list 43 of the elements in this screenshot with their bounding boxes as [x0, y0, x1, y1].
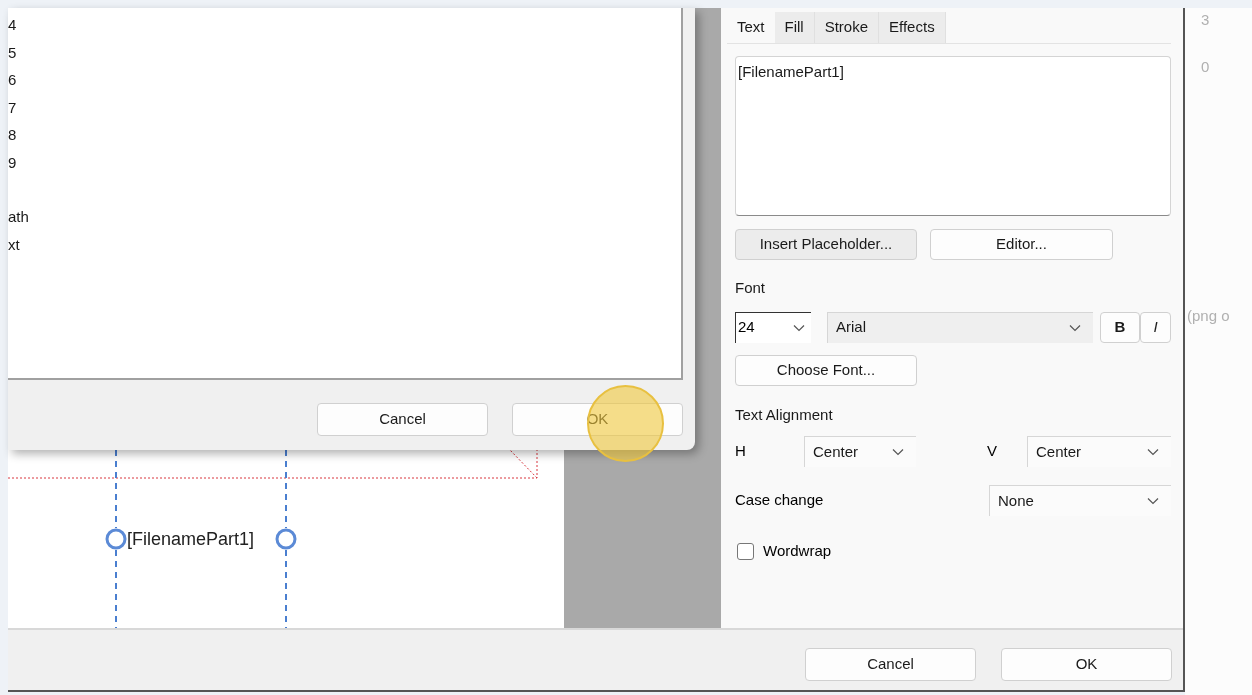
list-item[interactable]: 5 [8, 38, 17, 66]
case-change-label: Case change [735, 490, 824, 511]
list-item[interactable]: ath [8, 203, 29, 231]
list-item[interactable]: 8 [8, 121, 17, 149]
field-label: (png o [1187, 306, 1231, 326]
vertical-label: V [987, 441, 998, 462]
field-value: 3 [1201, 10, 1211, 30]
vertical-align-select[interactable]: Center [1027, 436, 1171, 467]
choose-font-button[interactable]: Choose Font... [735, 354, 917, 386]
cancel-button[interactable]: Cancel [317, 403, 488, 436]
text-alignment-label: Text Alignment [735, 404, 834, 425]
font-family-select[interactable]: Arial [827, 311, 1093, 343]
chevron-down-icon [1147, 497, 1159, 505]
tab[interactable]: Fill [774, 12, 815, 43]
insert-placeholder-button[interactable]: Insert Placeholder... [735, 229, 917, 260]
editor-button[interactable]: Editor... [930, 229, 1113, 260]
list-item[interactable]: 9 [8, 148, 17, 176]
tab[interactable]: Stroke [814, 12, 880, 43]
chevron-down-icon [892, 448, 904, 456]
wordwrap-label: Wordwrap [763, 541, 832, 561]
wordwrap-checkbox[interactable] [737, 542, 754, 560]
canvas-text[interactable]: [FilenamePart1] [127, 528, 255, 550]
list-item[interactable]: xt [8, 230, 20, 258]
font-size-select[interactable]: 24 [735, 311, 811, 343]
resize-handle[interactable] [275, 528, 297, 550]
font-label: Font [735, 278, 766, 298]
list-item[interactable]: 7 [8, 93, 17, 121]
resize-handle[interactable] [105, 528, 127, 550]
cancel-button[interactable]: Cancel [805, 648, 976, 681]
tab[interactable]: Effects [879, 12, 946, 43]
field-value: 0 [1201, 56, 1211, 77]
case-change-select[interactable]: None [989, 485, 1171, 516]
list-item[interactable]: 6 [8, 66, 17, 94]
chevron-down-icon [793, 323, 805, 332]
horizontal-align-select[interactable]: Center [804, 436, 916, 467]
horizontal-label: H [735, 441, 747, 462]
bold-button[interactable]: B [1100, 311, 1140, 343]
text-area[interactable]: [FilenamePart1] [735, 56, 1171, 216]
chevron-down-icon [1147, 448, 1159, 456]
italic-button[interactable]: I [1140, 311, 1171, 343]
ok-button[interactable]: OK [1001, 648, 1172, 681]
list-item[interactable]: 4 [8, 11, 17, 39]
chevron-down-icon [1069, 323, 1081, 332]
